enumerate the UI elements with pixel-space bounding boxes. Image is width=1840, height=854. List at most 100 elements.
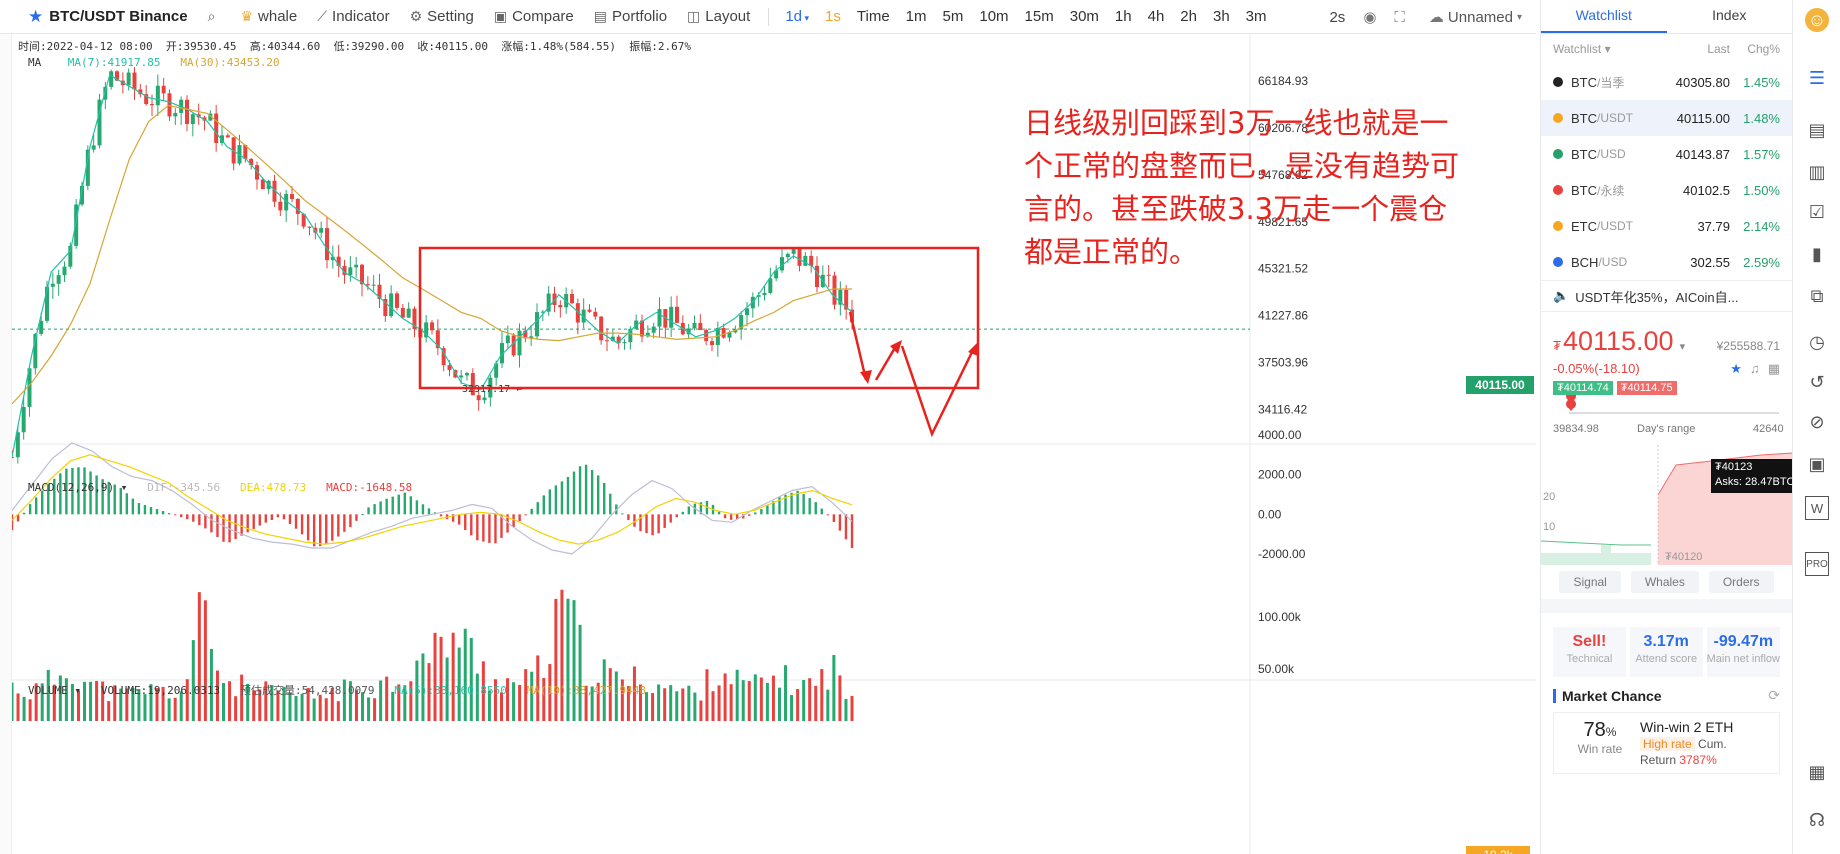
layout-button[interactable]: ◫ Layout <box>687 8 750 25</box>
candle-body <box>465 373 469 376</box>
search-button[interactable]: ⌕ <box>208 8 221 25</box>
indicator-button[interactable]: ⟋ Indicator <box>317 8 389 25</box>
watchlist-dropdown[interactable]: Watchlist ▾ <box>1553 42 1660 56</box>
coin-icon <box>1553 149 1563 159</box>
interval-time[interactable]: Time <box>857 8 890 25</box>
watchlist-row[interactable]: BCH/USD 302.55 2.59% <box>1541 244 1792 280</box>
volume-bar <box>578 624 582 721</box>
user-label[interactable]: Unnamed <box>1448 9 1513 26</box>
history-icon[interactable]: ↺ <box>1805 370 1829 394</box>
macd-bar <box>28 504 32 515</box>
interval-1m[interactable]: 1m <box>906 8 927 25</box>
arrow-head <box>968 342 978 356</box>
macd-bar <box>457 514 461 525</box>
interval-10m[interactable]: 10m <box>979 8 1008 25</box>
interval-2h[interactable]: 2h <box>1180 8 1197 25</box>
chevron-down-icon[interactable]: ▾ <box>1517 12 1522 23</box>
setting-button[interactable]: ⚙ Setting <box>410 8 474 25</box>
interval-3h[interactable]: 3h <box>1213 8 1230 25</box>
book-icon[interactable]: ▣ <box>1805 452 1829 476</box>
macd-bar <box>645 514 648 534</box>
interval-1d[interactable]: 1d ▾ <box>785 8 809 25</box>
candle-body <box>476 395 481 401</box>
star-icon[interactable]: ★ <box>1730 361 1742 377</box>
watchlist-row[interactable]: BTC/当季 40305.80 1.45% <box>1541 64 1792 100</box>
candle-body <box>669 306 674 328</box>
avatar-icon[interactable]: ☺ <box>1805 8 1829 32</box>
depth-svg <box>1541 445 1793 565</box>
volume-bar <box>663 688 667 721</box>
macd-bar <box>173 514 177 516</box>
cloud-icon[interactable]: ☁ <box>1429 8 1444 26</box>
whale-button[interactable]: ♛ whale <box>240 8 297 25</box>
camera-icon[interactable]: ◉ <box>1363 8 1376 26</box>
interval-15m[interactable]: 15m <box>1025 8 1054 25</box>
tab-orders[interactable]: Orders <box>1708 571 1774 593</box>
candle-body <box>225 135 230 138</box>
candle-body <box>325 228 329 261</box>
portfolio-button[interactable]: ▤ Portfolio <box>594 8 667 25</box>
watchlist-row[interactable]: BTC/USD 40143.87 1.57% <box>1541 136 1792 172</box>
news-icon[interactable]: ▥ <box>1805 160 1829 184</box>
star-icon[interactable]: ★ <box>28 7 43 27</box>
headset-icon[interactable]: ☊ <box>1805 808 1829 832</box>
grid-icon[interactable]: ▦ <box>1805 760 1829 784</box>
current-volume-tag: 19.2k <box>1466 846 1530 854</box>
current-price-tag: 40115.00 <box>1466 376 1534 394</box>
interval-30m[interactable]: 30m <box>1070 8 1099 25</box>
volume-bar <box>832 654 836 721</box>
stat-cards: Sell! Technical 3.17m Attend score -99.4… <box>1541 613 1792 677</box>
fullscreen-icon[interactable]: ⛶ <box>1394 9 1405 26</box>
watchlist-icon[interactable]: ☰ <box>1805 66 1829 90</box>
symbol-selector[interactable]: ★ BTC/USDT Binance <box>0 7 188 27</box>
card-net-inflow[interactable]: -99.47m Main net inflow <box>1706 627 1780 677</box>
macd-bar <box>675 514 678 518</box>
card-technical[interactable]: Sell! Technical <box>1553 627 1626 677</box>
strategy-name: Win-win 2 ETH <box>1640 719 1734 735</box>
interval-5m[interactable]: 5m <box>943 8 964 25</box>
card-attend-score[interactable]: 3.17m Attend score <box>1629 627 1703 677</box>
volume-bar <box>469 637 473 721</box>
volume-bar <box>765 682 769 721</box>
clock-icon[interactable]: ◷ <box>1805 330 1829 354</box>
pro-icon[interactable]: PRO <box>1805 552 1829 576</box>
copy-icon[interactable]: ⧉ <box>1805 284 1829 308</box>
compare-button[interactable]: ▣ Compare <box>494 8 574 25</box>
volume-bar <box>367 697 371 721</box>
bars-icon[interactable]: ▮ <box>1805 242 1829 266</box>
tab-signal[interactable]: Signal <box>1559 571 1621 593</box>
news-ticker[interactable]: 🔈 USDT年化35%，AICoin自... <box>1541 280 1792 312</box>
bell-icon[interactable]: ♫ <box>1750 361 1760 377</box>
watchlist-row[interactable]: BTC/永续 40102.5 1.50% <box>1541 172 1792 208</box>
tab-watchlist[interactable]: Watchlist <box>1541 0 1667 33</box>
volume-bar <box>723 673 727 721</box>
calc-icon[interactable]: ▦ <box>1768 361 1780 377</box>
compass-icon[interactable]: ⊘ <box>1805 410 1829 434</box>
watchlist-row[interactable]: BTC/USDT 40115.00 1.48% <box>1541 100 1792 136</box>
depth-label-20: 20 <box>1543 491 1556 503</box>
alerts-icon[interactable]: ☑ <box>1805 200 1829 224</box>
tab-index[interactable]: Index <box>1667 0 1793 33</box>
interval-1h[interactable]: 1h <box>1115 8 1132 25</box>
w-icon[interactable]: W <box>1805 496 1829 520</box>
market-chance-title: Market Chance ⟳ <box>1541 677 1792 704</box>
tab-whales[interactable]: Whales <box>1630 571 1699 593</box>
depth-chart[interactable]: 20 10 ₮40123 Asks: 28.47BTC ₮40120 <box>1541 445 1794 565</box>
interval-4h[interactable]: 4h <box>1148 8 1165 25</box>
watchlist-row[interactable]: ETC/USDT 37.79 2.14% <box>1541 208 1792 244</box>
macd-bar <box>343 514 346 532</box>
chart-icon[interactable]: ▤ <box>1805 118 1829 142</box>
chevron-down-icon[interactable]: ▾ <box>1680 340 1686 353</box>
chart-area[interactable]: 66184.93 60206.78 54768.62 49821.65 45321.52… <box>12 34 1536 854</box>
macd-bar <box>331 514 334 541</box>
refresh-rate[interactable]: 2s <box>1329 9 1345 26</box>
market-chance-card[interactable]: 78% Win rate Win-win 2 ETH High rate Cum… <box>1553 712 1780 774</box>
volume-bar <box>711 691 715 721</box>
coin-icon <box>1553 221 1563 231</box>
refresh-icon[interactable]: ⟳ <box>1768 687 1780 704</box>
interval-1s[interactable]: 1s <box>825 8 841 25</box>
interval-3m[interactable]: 3m <box>1246 8 1267 25</box>
macd-bar <box>41 490 44 515</box>
ohlc-info: 时间:2022-04-12 08:00 开:39530.45 高:40344.6… <box>18 40 691 53</box>
macd-bar <box>687 506 691 515</box>
